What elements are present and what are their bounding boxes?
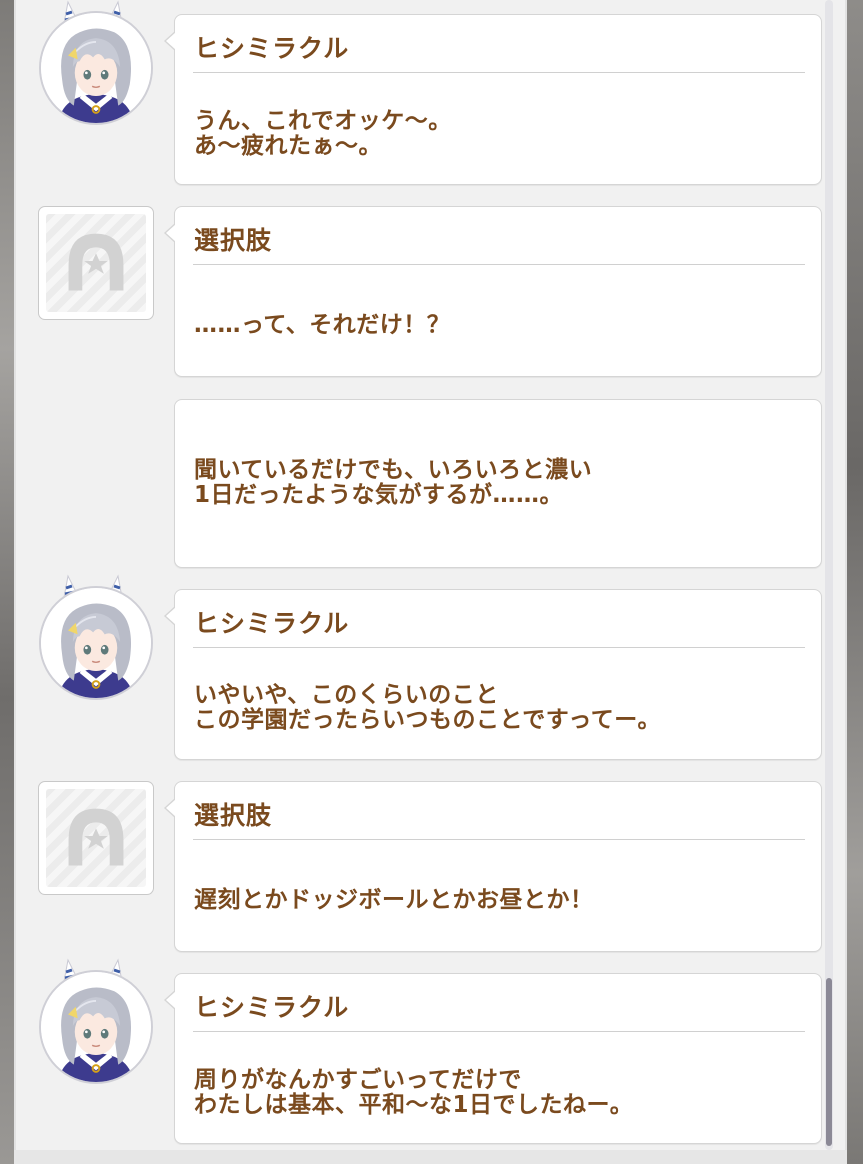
dialogue-text: 周りがなんかすごいってだけで わたしは基本、平和～な1日でしたねー。 — [194, 1067, 634, 1118]
log-entry-6[interactable]: ヒシミラクル 周りがなんかすごいってだけで わたしは基本、平和～な1日でしたねー… — [164, 973, 822, 1144]
background-right-edge — [847, 0, 863, 1164]
bubble-tail — [164, 990, 176, 1010]
log-entry-4[interactable]: ヒシミラクル いやいや、このくらいのこと この学園だったらいつものことですってー… — [164, 589, 822, 760]
background-left-edge — [0, 0, 14, 1164]
hishi-miracle-avatar-icon — [39, 970, 153, 1084]
bubble-tail — [164, 606, 176, 626]
speaker-name: ヒシミラクル — [194, 34, 350, 63]
horseshoe-star-icon — [38, 206, 154, 320]
panel-bottom-edge — [14, 1150, 847, 1164]
bubble-tail — [164, 31, 176, 51]
name-divider — [193, 647, 805, 648]
speaker-name: 選択肢 — [194, 226, 273, 255]
dialogue-text: 遅刻とかドッジボールとかお昼とか！ — [194, 887, 594, 913]
log-entry-2[interactable]: 選択肢 ……って、それだけ！？ — [164, 206, 822, 377]
horseshoe-star-icon — [38, 781, 154, 895]
speaker-name: ヒシミラクル — [194, 993, 350, 1022]
dialogue-text: うん、これでオッケ～。 あ～疲れたぁ～。 — [194, 108, 452, 159]
name-divider — [193, 72, 805, 73]
log-entry-1[interactable]: ヒシミラクル うん、これでオッケ～。 あ～疲れたぁ～。 — [164, 14, 822, 185]
name-divider — [193, 839, 805, 840]
bubble-tail — [164, 798, 176, 818]
dialogue-text: いやいや、このくらいのこと この学園だったらいつものことですってー。 — [194, 682, 662, 733]
log-entry-3[interactable]: 聞いているだけでも、いろいろと濃い 1日だったような気がするが……。 — [174, 399, 822, 568]
name-divider — [193, 1031, 805, 1032]
log-entry-5[interactable]: 選択肢 遅刻とかドッジボールとかお昼とか！ — [164, 781, 822, 952]
speaker-name: 選択肢 — [194, 801, 273, 830]
bubble-tail — [164, 223, 176, 243]
hishi-miracle-avatar-icon — [39, 586, 153, 700]
scrollbar-thumb[interactable] — [826, 978, 832, 1146]
name-divider — [193, 264, 805, 265]
dialogue-text: ……って、それだけ！？ — [194, 312, 451, 338]
narration-text: 聞いているだけでも、いろいろと濃い 1日だったような気がするが……。 — [194, 457, 593, 508]
hishi-miracle-avatar-icon — [39, 11, 153, 125]
speaker-name: ヒシミラクル — [194, 609, 350, 638]
